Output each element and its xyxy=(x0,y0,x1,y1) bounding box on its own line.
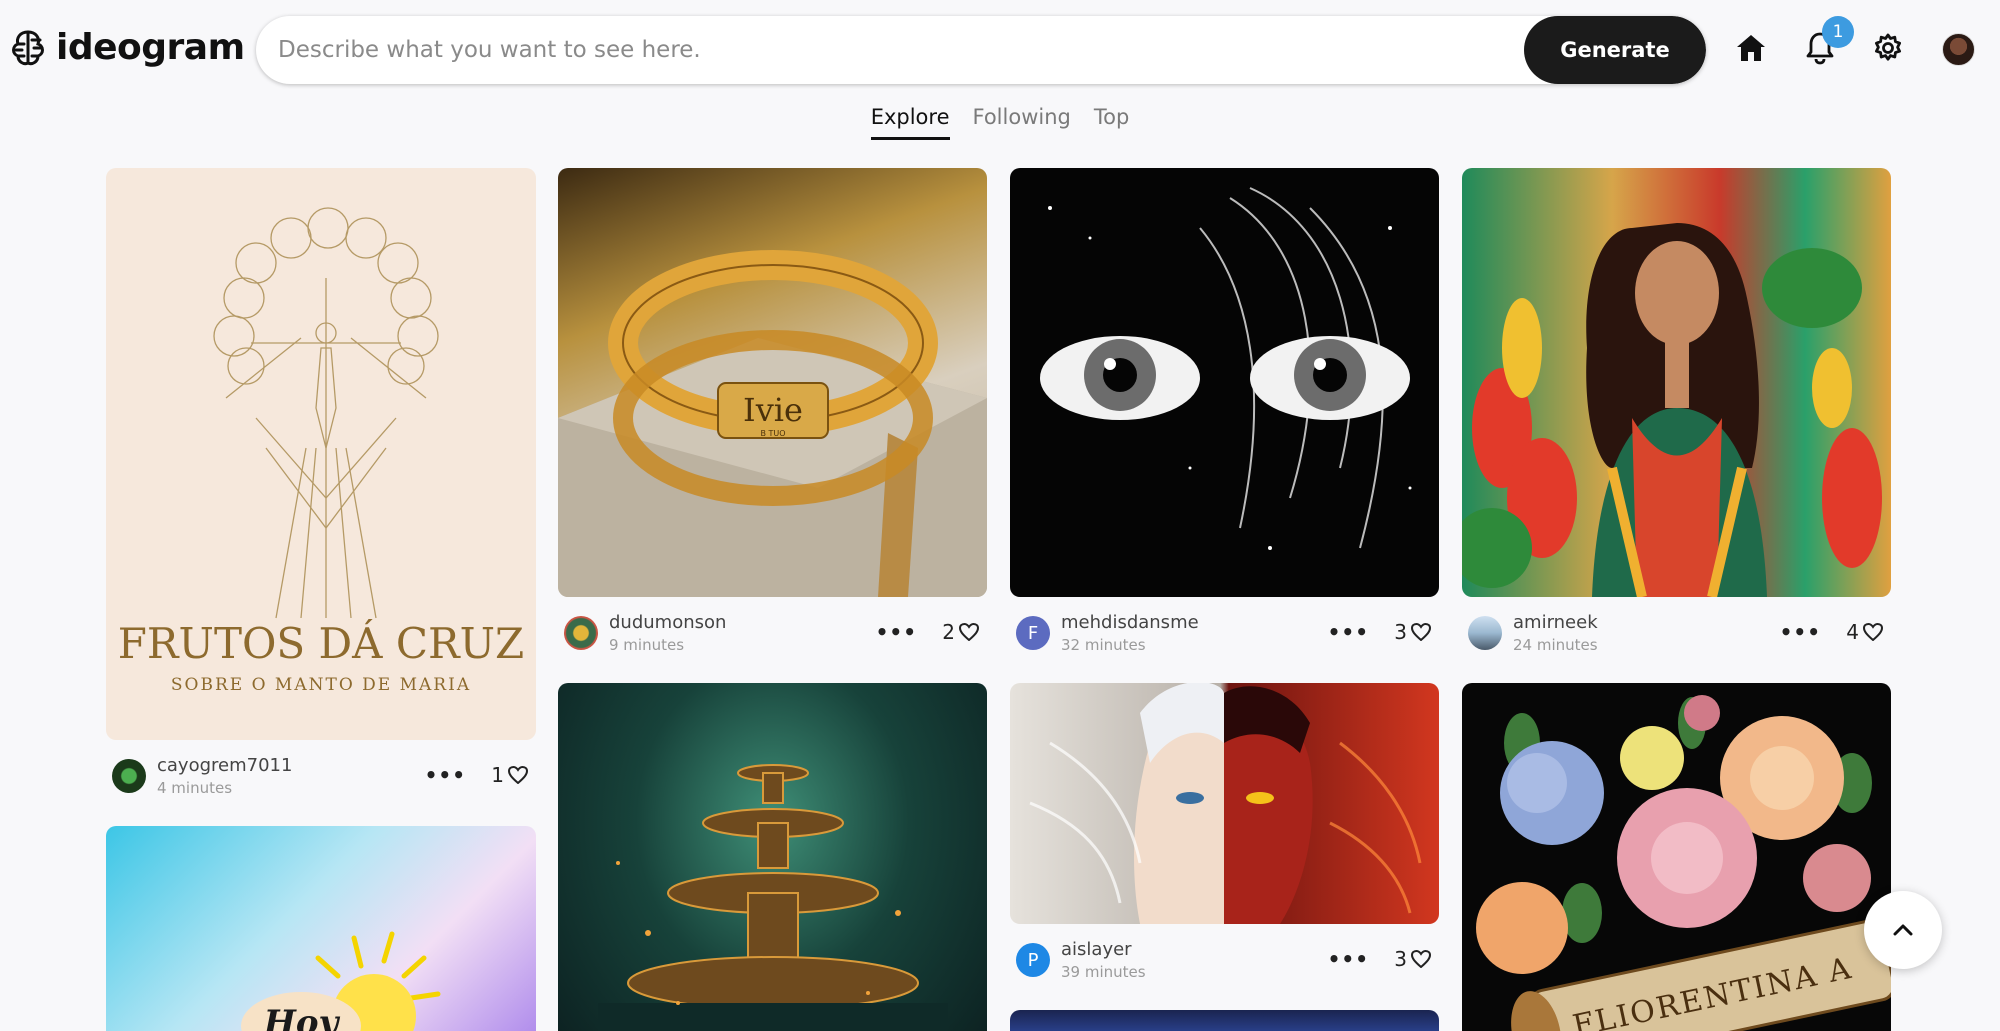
card-meta: P aislayer 39 minutes ••• 3 xyxy=(1010,937,1439,981)
brain-logo-icon xyxy=(12,30,44,65)
generate-button[interactable]: Generate xyxy=(1524,16,1706,84)
more-icon[interactable]: ••• xyxy=(876,620,917,644)
timestamp: 39 minutes xyxy=(1061,963,1146,981)
home-button[interactable] xyxy=(1731,28,1771,68)
card-image[interactable]: FRUTOS DÁ CRUZ SOBRE O MANTO DE MARIA xyxy=(106,168,536,740)
heart-icon xyxy=(1411,623,1431,641)
card-image[interactable] xyxy=(1010,1010,1439,1031)
timestamp: 4 minutes xyxy=(157,779,233,797)
tab-explore[interactable]: Explore xyxy=(870,105,950,140)
brand-logo[interactable]: ideogram xyxy=(8,27,245,68)
roses-illustration: FLIORENTINA A xyxy=(1476,695,1891,1031)
like-count: 3 xyxy=(1394,620,1407,644)
gear-icon xyxy=(1875,33,1901,61)
profile-avatar[interactable] xyxy=(1942,33,1975,66)
username[interactable]: aislayer xyxy=(1061,939,1132,960)
like-button[interactable]: 4 xyxy=(1846,620,1883,644)
woman-portrait-illustration xyxy=(1462,223,1882,597)
card-image[interactable] xyxy=(1462,168,1891,597)
image-text: Hoy xyxy=(263,1003,341,1031)
like-count: 4 xyxy=(1846,620,1859,644)
more-icon[interactable]: ••• xyxy=(1328,947,1369,971)
username[interactable]: mehdisdansme xyxy=(1061,612,1199,633)
more-icon[interactable]: ••• xyxy=(1328,620,1369,644)
card-image[interactable] xyxy=(1010,683,1439,924)
like-count: 2 xyxy=(942,620,955,644)
card-meta: dudumonson 9 minutes ••• 2 xyxy=(558,610,987,654)
user-avatar[interactable] xyxy=(112,759,146,793)
like-button[interactable]: 1 xyxy=(491,763,528,787)
tab-top[interactable]: Top xyxy=(1094,105,1129,140)
sun-illustration: Hoy xyxy=(241,931,441,1031)
like-button[interactable]: 3 xyxy=(1394,947,1431,971)
like-button[interactable]: 3 xyxy=(1394,620,1431,644)
heart-icon xyxy=(959,623,979,641)
angel-demon-illustration xyxy=(1029,683,1422,924)
settings-button[interactable] xyxy=(1868,28,1908,68)
heart-icon xyxy=(1863,623,1883,641)
tab-following[interactable]: Following xyxy=(973,105,1071,140)
scroll-top-button[interactable] xyxy=(1864,891,1942,969)
more-icon[interactable]: ••• xyxy=(1780,620,1821,644)
like-count: 3 xyxy=(1394,947,1407,971)
timestamp: 24 minutes xyxy=(1513,636,1598,654)
card-meta: F mehdisdansme 32 minutes ••• 3 xyxy=(1010,610,1439,654)
card-meta: amirneek 24 minutes ••• 4 xyxy=(1462,610,1891,654)
more-icon[interactable]: ••• xyxy=(425,763,466,787)
timestamp: 32 minutes xyxy=(1061,636,1146,654)
timestamp: 9 minutes xyxy=(609,636,685,654)
like-count: 1 xyxy=(491,763,504,787)
user-avatar[interactable]: F xyxy=(1016,616,1050,650)
user-avatar[interactable]: P xyxy=(1016,943,1050,977)
card-image[interactable]: FLIORENTINA A xyxy=(1462,683,1891,1031)
user-avatar[interactable] xyxy=(1468,616,1502,650)
username[interactable]: dudumonson xyxy=(609,612,726,633)
card-meta: cayogrem7011 4 minutes ••• 1 xyxy=(106,753,536,797)
card-image[interactable] xyxy=(1010,168,1439,597)
username[interactable]: amirneek xyxy=(1513,612,1598,633)
like-button[interactable]: 2 xyxy=(942,620,979,644)
heart-icon xyxy=(508,766,528,784)
feed-tabs: Explore Following Top xyxy=(0,105,2000,140)
crucifix-illustration: FRUTOS DÁ CRUZ SOBRE O MANTO DE MARIA xyxy=(118,207,524,695)
image-engraving: Ivie xyxy=(743,391,803,429)
notification-badge: 1 xyxy=(1822,16,1854,48)
fountain-illustration xyxy=(598,764,948,1031)
prompt-bar: Generate xyxy=(256,16,1706,84)
chevron-up-icon xyxy=(1893,924,1913,936)
card-image[interactable]: Hoy xyxy=(106,826,536,1031)
username[interactable]: cayogrem7011 xyxy=(157,755,292,776)
card-image[interactable] xyxy=(558,683,987,1031)
image-subtitle: SOBRE O MANTO DE MARIA xyxy=(171,675,471,695)
heart-icon xyxy=(1411,950,1431,968)
eyes-illustration xyxy=(1040,187,1412,550)
prompt-input[interactable] xyxy=(256,16,1524,84)
card-image[interactable]: Ivie B TUO xyxy=(558,168,987,597)
bracelet-illustration: Ivie B TUO xyxy=(558,250,987,597)
user-avatar[interactable] xyxy=(564,616,598,650)
brand-name: ideogram xyxy=(56,27,245,68)
image-title: FRUTOS DÁ CRUZ xyxy=(118,618,524,668)
image-engraving-small: B TUO xyxy=(760,429,785,438)
home-icon xyxy=(1737,35,1765,61)
